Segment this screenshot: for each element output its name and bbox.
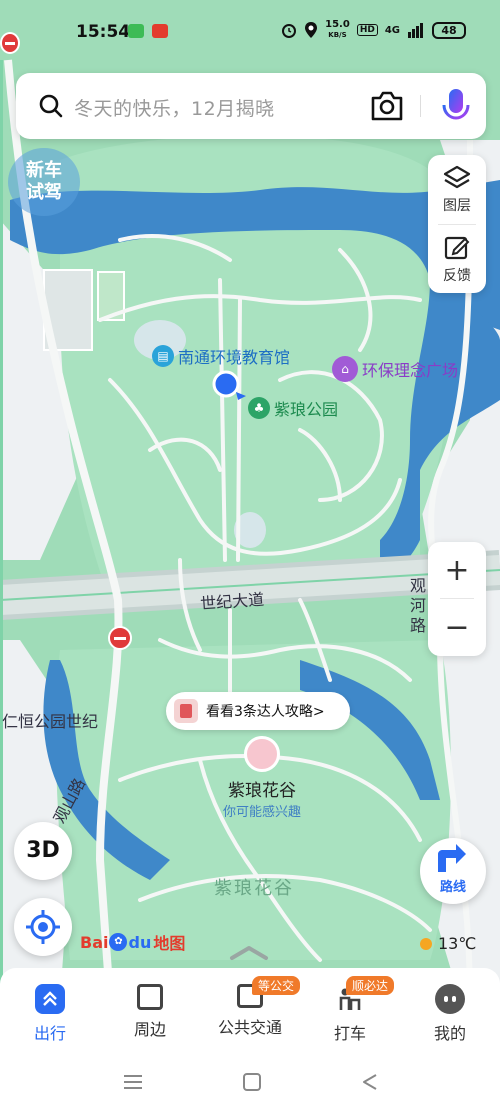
paw-icon: ✿ — [109, 933, 128, 951]
feedback-label: 反馈 — [443, 267, 471, 284]
guide-chip[interactable]: 看看3条达人攻略> — [166, 692, 350, 730]
three-d-button[interactable]: 3D — [14, 822, 72, 880]
battery-level: 48 — [441, 23, 457, 37]
drawer-handle-icon[interactable] — [226, 944, 272, 962]
menu-icon[interactable] — [122, 1072, 144, 1092]
status-indicators: 15.0 KB/S HD 4G 48 — [281, 20, 466, 40]
layers-button[interactable]: 图层 — [428, 155, 486, 223]
valley-thumbnail-icon — [244, 736, 280, 772]
poi-museum[interactable]: ▤ 南通环境教育馆 — [152, 344, 290, 368]
guide-book-icon — [174, 699, 198, 723]
battery-indicator: 48 — [432, 21, 466, 39]
hd-badge: HD — [356, 24, 378, 36]
nav-nearby[interactable]: 周边 — [100, 980, 200, 1050]
speed-unit: KB/S — [328, 31, 347, 39]
system-nav-bar — [0, 1054, 500, 1116]
map-tools-panel: 图层 反馈 — [428, 155, 486, 293]
search-placeholder[interactable]: 冬天的快乐，12月揭晓 — [74, 94, 275, 121]
nav-travel[interactable]: 出行 — [0, 980, 100, 1050]
location-icon — [305, 22, 318, 38]
nav-mine-label: 我的 — [433, 1024, 466, 1043]
road-label-guanhe: 观河路 — [410, 576, 427, 635]
status-time: 15:54 — [76, 22, 131, 42]
sun-icon — [420, 937, 432, 950]
poi-museum-label: 南通环境教育馆 — [178, 348, 291, 367]
weather-temp: 13℃ — [438, 934, 477, 953]
status-bar: 15:54 15.0 KB/S HD 4G 48 — [0, 0, 500, 64]
poi-square[interactable]: ⌂ 环保理念广场 — [332, 356, 458, 382]
no-entry-sign — [108, 626, 132, 650]
watermark-text: 新车试驾 — [26, 160, 62, 203]
feedback-edit-icon — [444, 236, 470, 259]
speed-value: 15.0 — [325, 19, 350, 30]
zoom-control: + − — [428, 542, 486, 656]
camera-icon[interactable] — [369, 89, 405, 123]
search-bar[interactable]: 冬天的快乐，12月揭晓 — [16, 73, 486, 139]
park-icon: ♣ — [248, 397, 270, 419]
route-label: 路线 — [439, 880, 466, 895]
nearby-bag-icon — [137, 984, 163, 1010]
layers-label: 图层 — [443, 197, 471, 214]
square-icon: ⌂ — [332, 356, 358, 382]
zoom-out-button[interactable]: − — [428, 599, 486, 656]
bottom-nav: 出行 周边 等公交 公共交通 顺必达 打车 我的 — [0, 968, 500, 1054]
nav-transit-label: 公共交通 — [217, 1018, 282, 1037]
chat-app-icon — [128, 24, 144, 38]
shopping-app-icon — [152, 24, 168, 38]
signal-icon — [408, 23, 423, 38]
poi-valley-sub: 你可能感兴趣 — [222, 805, 301, 820]
poi-park-label: 紫琅公园 — [274, 400, 339, 419]
transit-badge: 等公交 — [252, 976, 300, 995]
logo-du: du — [128, 932, 152, 952]
poi-square-label: 环保理念广场 — [362, 361, 459, 380]
back-icon[interactable] — [360, 1072, 380, 1092]
poi-park[interactable]: ♣ 紫琅公园 — [248, 396, 338, 420]
valley-area-label: 紫琅花谷 — [214, 878, 294, 899]
poi-valley[interactable]: 紫琅花谷 你可能感兴趣 — [212, 736, 312, 820]
logo-map: 地图 — [153, 934, 186, 953]
nav-nearby-label: 周边 — [133, 1020, 166, 1039]
route-button[interactable]: 路线 — [420, 838, 486, 904]
voice-mic-icon[interactable] — [440, 87, 472, 127]
baidu-map-logo: Bai ✿ du 地图 — [80, 930, 185, 954]
zoom-in-button[interactable]: + — [428, 542, 486, 599]
museum-icon: ▤ — [152, 345, 174, 367]
watermark-logo: 新车试驾 — [8, 148, 80, 216]
taxi-badge: 顺必达 — [346, 976, 395, 995]
alarm-icon — [282, 24, 297, 38]
locate-button[interactable] — [14, 898, 72, 956]
search-divider — [420, 95, 421, 117]
profile-avatar-icon — [435, 984, 465, 1014]
nav-travel-label: 出行 — [33, 1024, 66, 1043]
nav-taxi-label: 打车 — [333, 1024, 366, 1043]
nav-mine[interactable]: 我的 — [400, 980, 500, 1050]
travel-icon — [35, 984, 65, 1014]
nav-transit[interactable]: 等公交 公共交通 — [200, 976, 300, 1050]
no-entry-sign — [0, 32, 20, 54]
layers-icon — [443, 165, 471, 188]
road-label-shiji: 世纪大道 — [199, 589, 265, 614]
nav-taxi[interactable]: 顺必达 打车 — [300, 976, 400, 1050]
weather-indicator[interactable]: 13℃ — [420, 934, 476, 953]
network-type: 4G — [384, 24, 400, 36]
logo-bai: Bai — [80, 932, 109, 952]
poi-valley-label: 紫琅花谷 — [228, 781, 296, 801]
network-speed: 15.0 KB/S — [325, 20, 350, 40]
route-arrow-icon — [438, 844, 466, 872]
search-icon — [39, 94, 63, 118]
locate-icon — [26, 910, 60, 944]
guide-chip-label: 看看3条达人攻略> — [206, 704, 325, 720]
feedback-button[interactable]: 反馈 — [428, 225, 486, 293]
home-icon[interactable] — [242, 1072, 262, 1092]
road-label-renheng: 仁恒公园世纪 — [2, 712, 99, 731]
